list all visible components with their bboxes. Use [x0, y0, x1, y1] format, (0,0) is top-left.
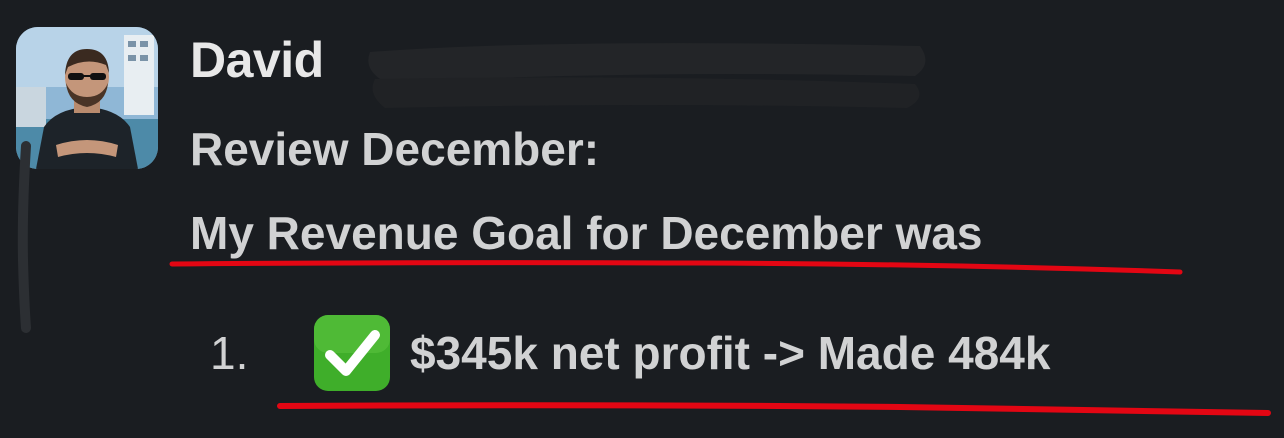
list-number: 1.	[210, 327, 249, 379]
avatar-photo	[16, 27, 158, 169]
redaction-mark	[368, 43, 926, 108]
author-name[interactable]: David	[190, 28, 324, 92]
avatar[interactable]	[16, 27, 158, 169]
message-line-review: Review December:	[190, 123, 600, 175]
underline-revenue-goal	[169, 260, 1183, 275]
list-item-text: $345k net profit -> Made 484k	[410, 327, 1051, 379]
chat-message: David Review December: My Revenue Goal f…	[0, 0, 1284, 438]
list-item: 1. $345k net profit -> Made 484k	[210, 315, 1050, 391]
underline-net-profit	[277, 402, 1271, 416]
message-line-revenue-goal: My Revenue Goal for December was	[190, 207, 983, 259]
check-mark-button-icon	[314, 315, 390, 391]
thread-line	[17, 141, 31, 333]
